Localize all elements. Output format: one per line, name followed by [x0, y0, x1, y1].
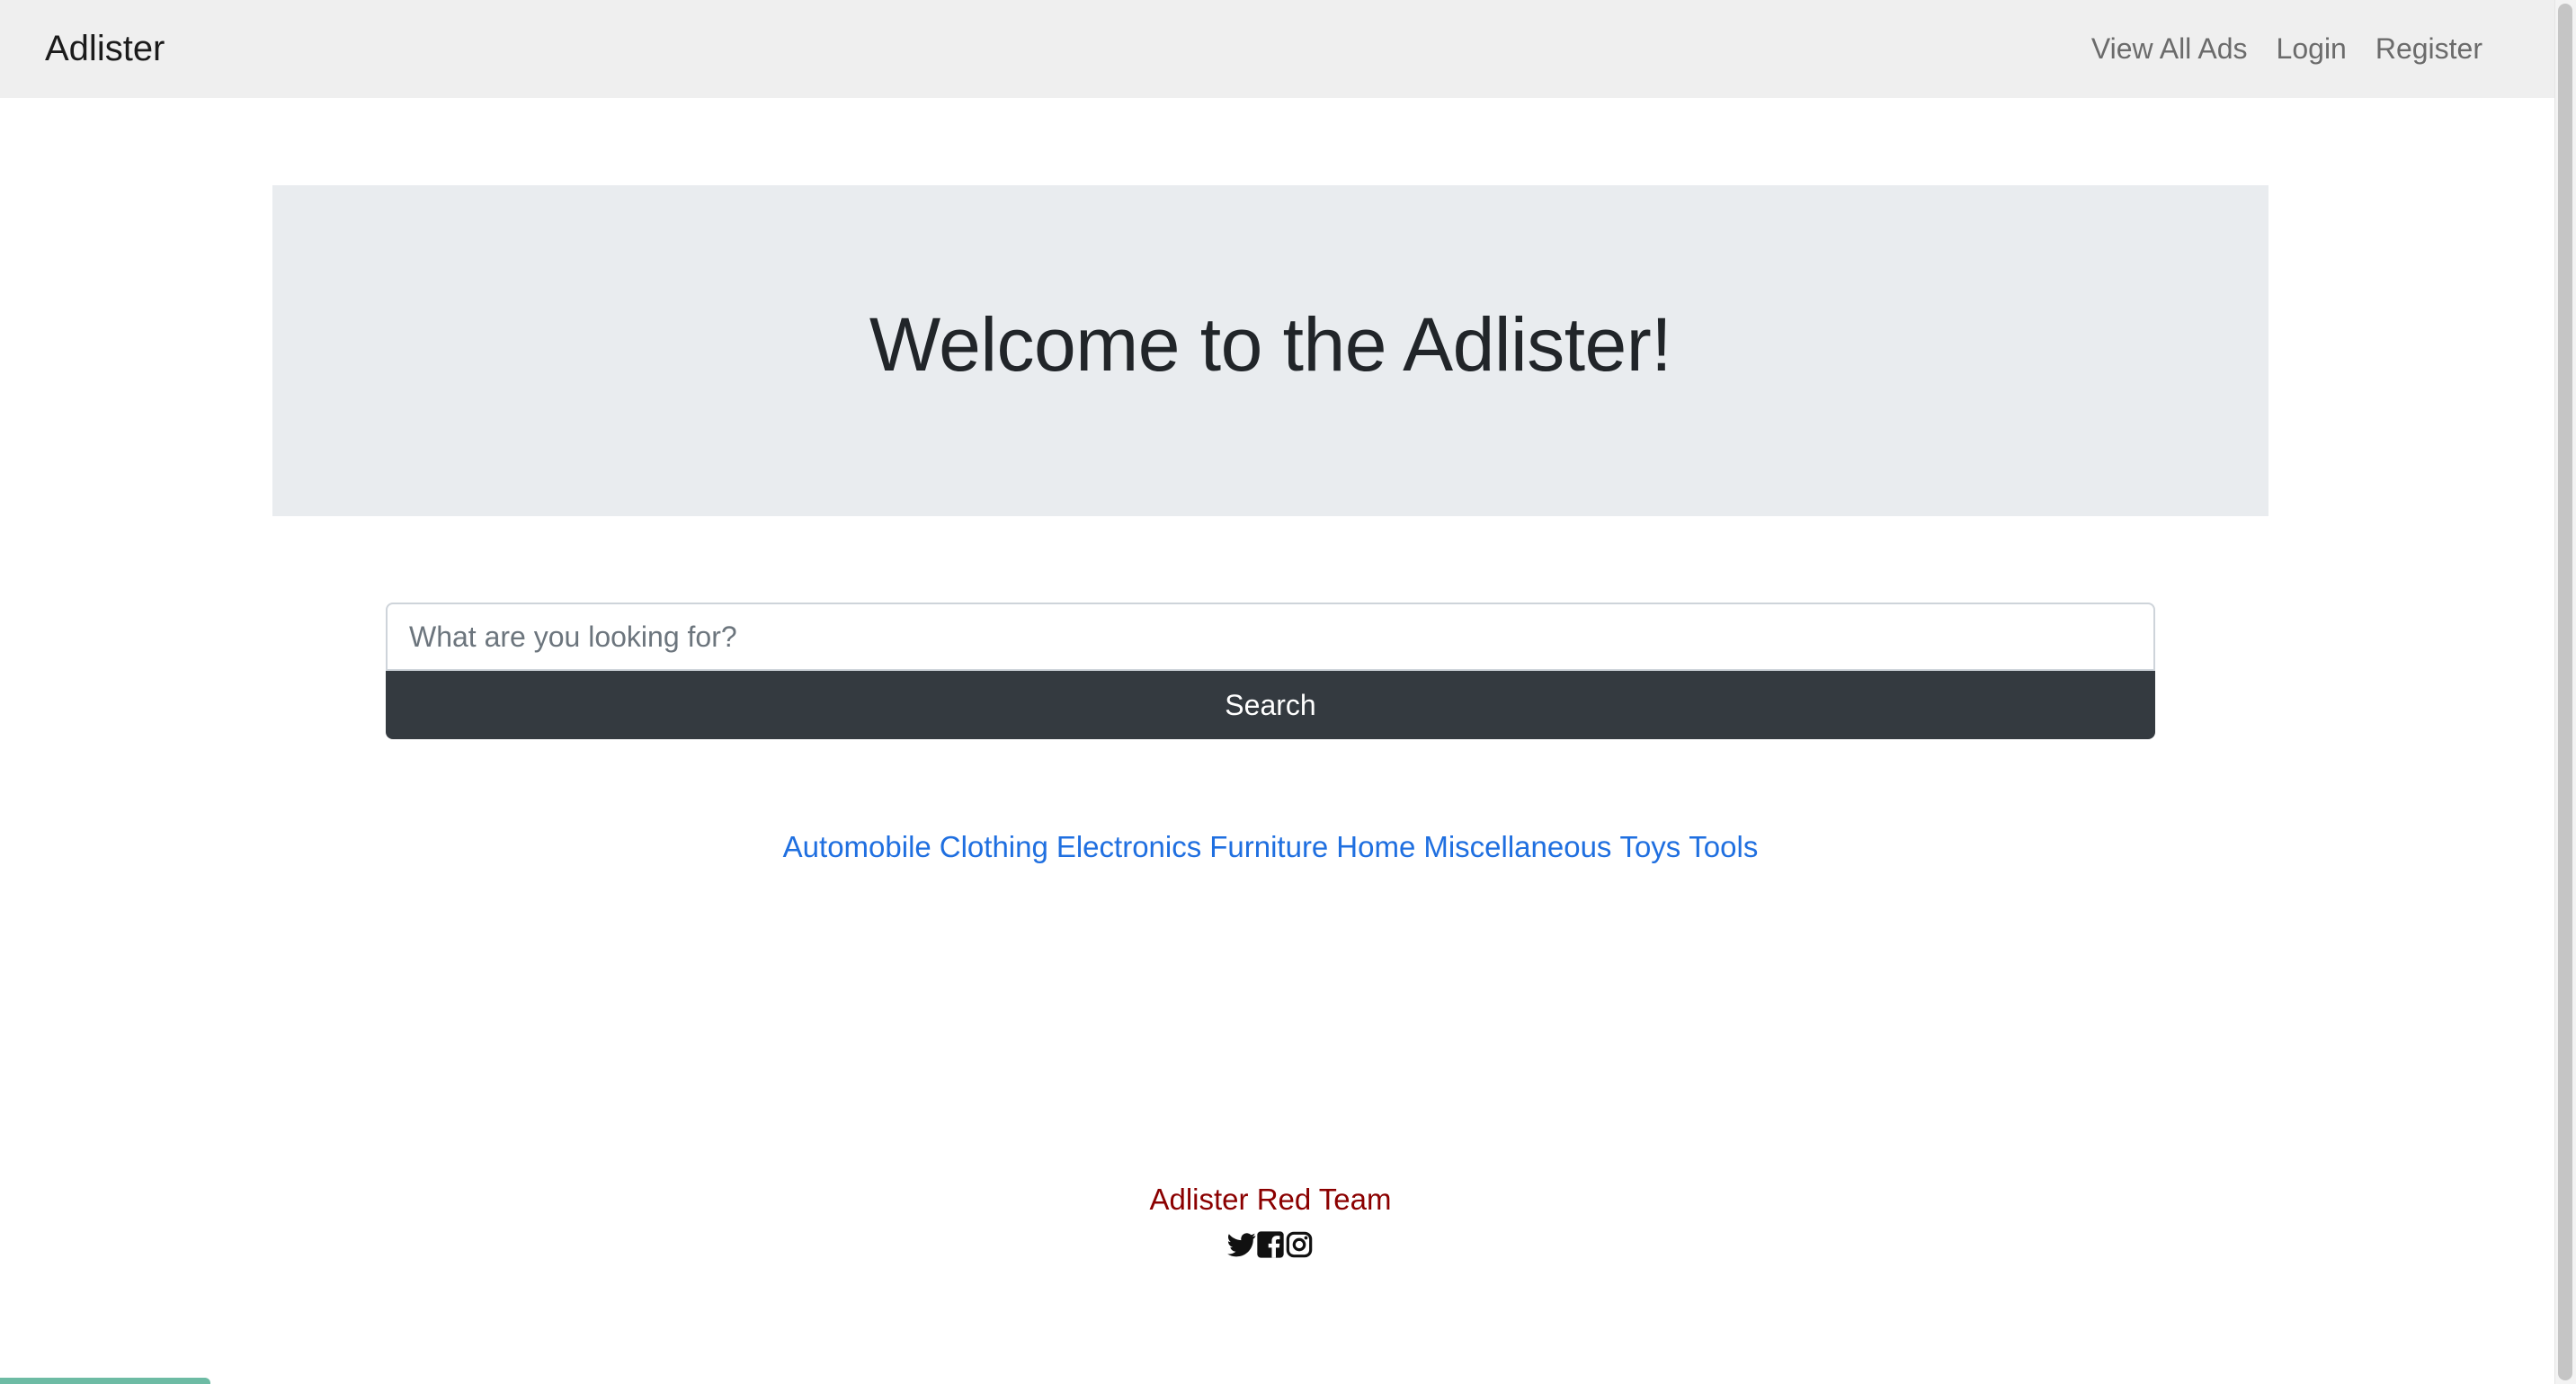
category-link-furniture[interactable]: Furniture [1209, 826, 1328, 869]
twitter-icon[interactable] [1227, 1230, 1256, 1259]
nav-link-register[interactable]: Register [2375, 25, 2482, 72]
search-button[interactable]: Search [386, 671, 2155, 739]
category-link-clothing[interactable]: Clothing [940, 826, 1048, 869]
facebook-icon[interactable] [1256, 1230, 1285, 1259]
nav-links: View All Ads Login Register [2091, 25, 2482, 72]
scrollbar-thumb[interactable] [2558, 4, 2572, 1380]
instagram-icon[interactable] [1285, 1230, 1314, 1259]
navbar: Adlister View All Ads Login Register [0, 0, 2554, 98]
search-input[interactable] [386, 603, 2155, 671]
loading-progress-bar [0, 1378, 210, 1384]
category-link-home[interactable]: Home [1336, 826, 1415, 869]
category-link-miscellaneous[interactable]: Miscellaneous [1423, 826, 1611, 869]
jumbotron: Welcome to the Adlister! [272, 185, 2268, 516]
category-link-automobile[interactable]: Automobile [783, 826, 931, 869]
category-links: Automobile Clothing Electronics Furnitur… [0, 826, 2541, 869]
category-link-toys[interactable]: Toys [1619, 826, 1680, 869]
social-icons [0, 1230, 2541, 1259]
page-title: Welcome to the Adlister! [869, 301, 1672, 387]
category-link-electronics[interactable]: Electronics [1056, 826, 1201, 869]
page: Adlister View All Ads Login Register Wel… [0, 0, 2576, 1384]
brand-link[interactable]: Adlister [45, 25, 165, 72]
nav-link-login[interactable]: Login [2277, 25, 2347, 72]
nav-link-view-all-ads[interactable]: View All Ads [2091, 25, 2248, 72]
category-link-tools[interactable]: Tools [1689, 826, 1758, 869]
footer-title: Adlister Red Team [1149, 1183, 1392, 1216]
